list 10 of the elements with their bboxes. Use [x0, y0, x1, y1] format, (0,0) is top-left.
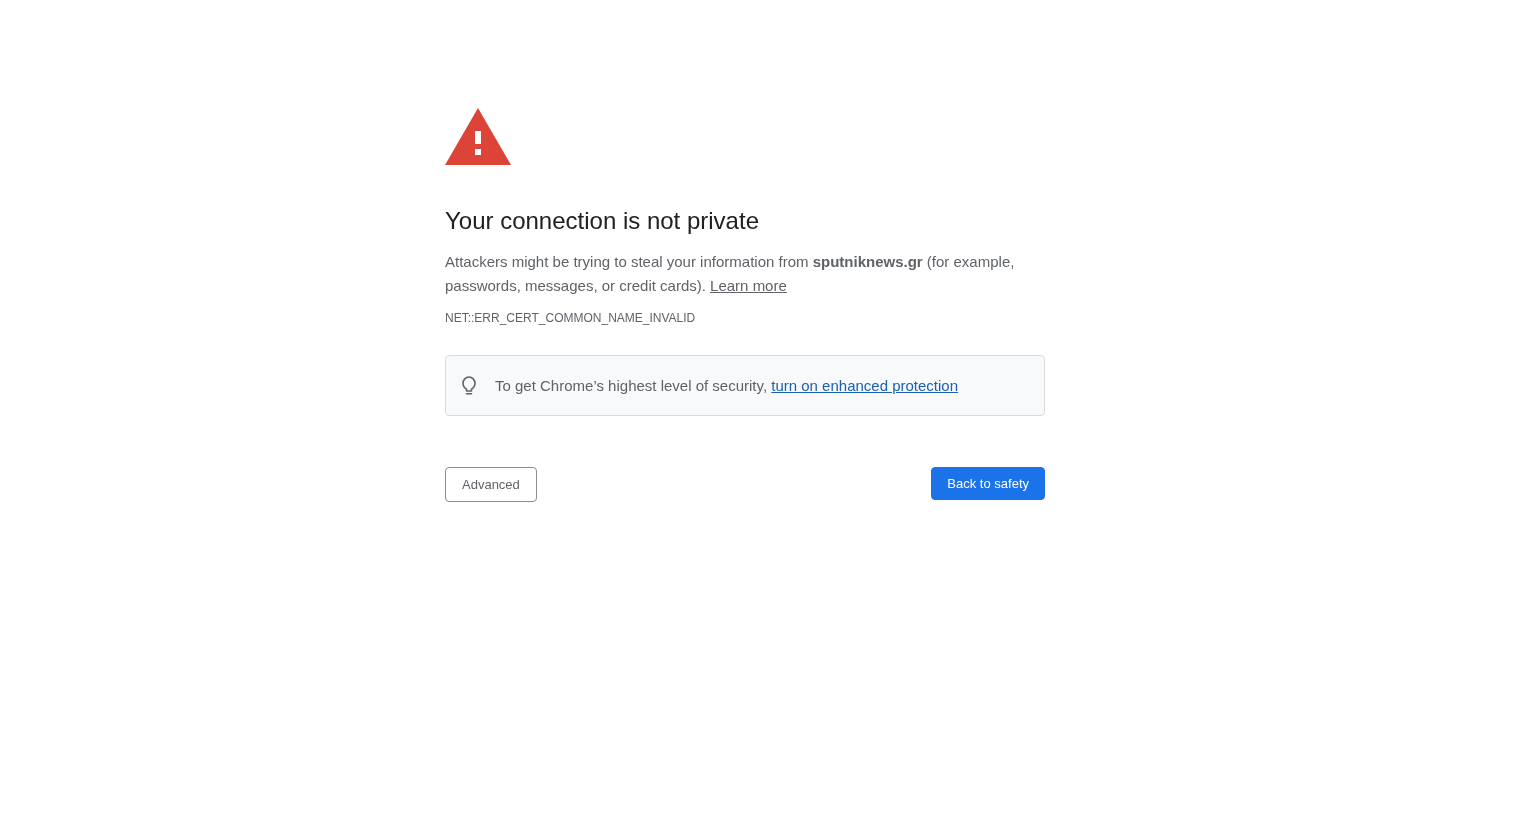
warning-triangle-icon — [445, 108, 511, 165]
enhanced-protection-link[interactable]: turn on enhanced protection — [771, 376, 959, 394]
enhanced-protection-text: To get Chrome’s highest level of security, turn on enhanced protection — [495, 375, 959, 396]
error-code: NET::ERR_CERT_COMMON_NAME_INVALID — [445, 310, 697, 326]
page-heading: Your connection is not private — [445, 206, 760, 236]
back-to-safety-button[interactable]: Back to safety — [931, 467, 1045, 500]
lightbulb-icon — [462, 375, 476, 396]
learn-more-link[interactable]: Learn more — [710, 277, 787, 294]
advanced-button[interactable]: Advanced — [445, 467, 537, 502]
warning-message: Attackers might be trying to steal your information from sputniknews.gr (for example, passwords, messages, or credit cards). Learn more — [445, 252, 1016, 296]
